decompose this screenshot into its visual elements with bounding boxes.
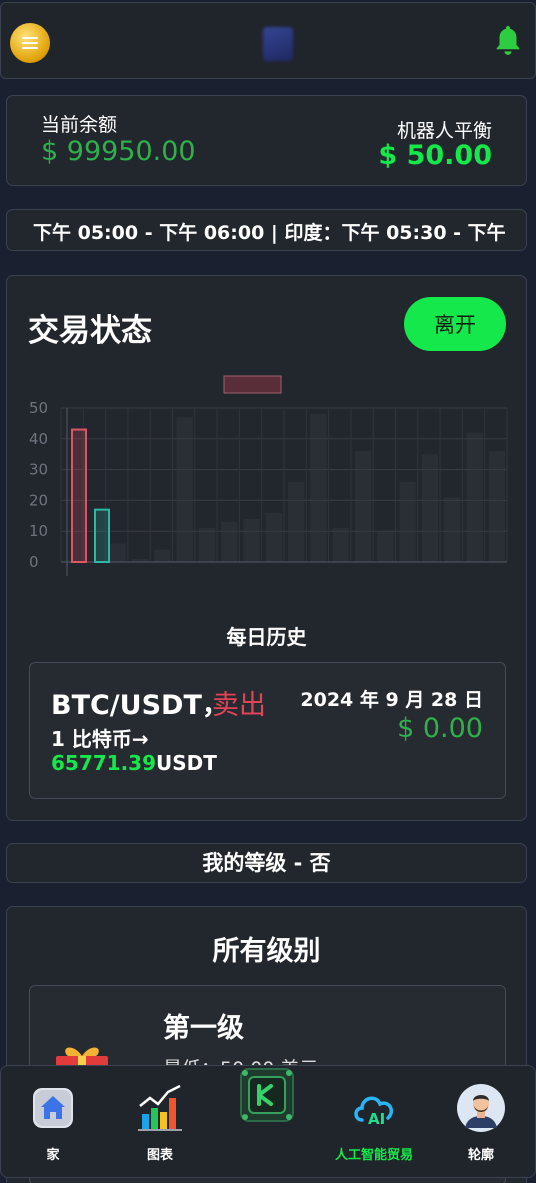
nav-item-ai-trade[interactable]: AI 人工智能贸易 — [329, 1084, 419, 1163]
level-name: 第一级 — [163, 1013, 244, 1044]
nav-item-profile[interactable]: 轮廓 — [436, 1084, 526, 1163]
balance-card: 当前余额 $ 99950.00 机器人平衡 $ 50.00 — [6, 95, 527, 186]
robot-balance-value: $ 50.00 — [378, 140, 492, 171]
nav-label-home: 家 — [46, 1148, 60, 1163]
home-icon — [29, 1084, 77, 1132]
nav-item-exchange[interactable] — [222, 1066, 312, 1124]
history-amount: $ 0.00 — [397, 713, 483, 744]
background-bar — [444, 497, 461, 562]
background-bar — [221, 521, 238, 562]
nav-label-profile: 轮廓 — [467, 1148, 494, 1163]
background-bar — [466, 432, 483, 562]
history-quantity: 1 比特币→ — [51, 727, 149, 751]
brand-logo-icon — [263, 27, 293, 61]
background-bar — [265, 512, 282, 562]
history-pair: BTC/USDT， — [51, 690, 229, 721]
background-bar — [332, 528, 349, 562]
history-side: 卖出 — [212, 690, 266, 721]
leave-button[interactable]: 离开 — [404, 297, 506, 351]
svg-text:AI: AI — [368, 1110, 385, 1128]
background-bar — [154, 549, 171, 562]
y-tick-label: 30 — [29, 461, 48, 479]
nav-item-home[interactable]: 家 — [8, 1084, 98, 1163]
background-bar — [377, 531, 394, 562]
y-tick-label: 0 — [29, 553, 39, 571]
y-tick-label: 10 — [29, 522, 48, 540]
history-currency: USDT — [156, 751, 217, 775]
series-bar — [71, 428, 87, 564]
profile-avatar-icon — [457, 1084, 505, 1132]
background-bar — [354, 451, 372, 562]
background-bar — [488, 451, 505, 562]
market-hours-ticker: 下午 05:00 - 下午 06:00 | 印度：下午 05:30 - 下午 0… — [6, 209, 527, 251]
bottom-nav: 家 图表 AI 人工智能贸易 轮廓 — [0, 1065, 536, 1178]
exchange-chip-icon — [238, 1066, 296, 1124]
history-price: 65771.39 — [51, 751, 157, 775]
daily-history-title: 每日历史 — [226, 625, 307, 649]
bell-icon[interactable] — [491, 23, 525, 57]
robot-balance-label: 机器人平衡 — [396, 120, 492, 142]
background-bar — [198, 528, 216, 562]
background-bar — [109, 543, 126, 562]
current-balance-value: $ 99950.00 — [41, 136, 196, 167]
ticker-text: 下午 05:00 - 下午 06:00 | 印度：下午 05:30 - 下午 0… — [33, 222, 506, 244]
trade-chart: 50 40 30 20 10 0 — [29, 375, 508, 576]
trade-status-card: 交易状态 离开 50 40 30 20 10 0 每日历史 BTC/USDT， 卖出 20… — [6, 275, 527, 821]
y-tick-label: 50 — [29, 399, 48, 417]
hamburger-menu-icon[interactable] — [10, 23, 50, 63]
history-price-line: 65771.39USDT — [51, 751, 217, 775]
background-bar — [310, 414, 327, 562]
background-bar — [288, 481, 305, 562]
all-levels-title: 所有级别 — [212, 936, 321, 967]
y-tick-label: 40 — [29, 430, 48, 448]
top-header — [0, 2, 536, 79]
background-bar — [421, 454, 439, 562]
ai-cloud-icon: AI — [350, 1084, 398, 1132]
nav-label-ai-trade: 人工智能贸易 — [334, 1148, 413, 1163]
nav-item-charts[interactable]: 图表 — [115, 1084, 205, 1163]
series-bar — [94, 508, 110, 563]
background-bar — [243, 518, 260, 562]
my-level-bar: 我的等级 - 否 — [6, 843, 527, 883]
background-bar — [399, 481, 416, 562]
my-level-text: 我的等级 - 否 — [202, 851, 331, 875]
y-tick-label: 20 — [29, 491, 48, 509]
history-date: 2024 年 9 月 28 日 — [300, 689, 483, 711]
current-balance-label: 当前余额 — [41, 114, 118, 136]
trade-status-title: 交易状态 — [28, 313, 152, 349]
bar-chart-icon — [136, 1084, 184, 1132]
legend-swatch — [223, 375, 282, 394]
nav-label-charts: 图表 — [146, 1148, 173, 1163]
history-entry: BTC/USDT， 卖出 2024 年 9 月 28 日 $ 0.00 1 比特… — [29, 662, 506, 799]
